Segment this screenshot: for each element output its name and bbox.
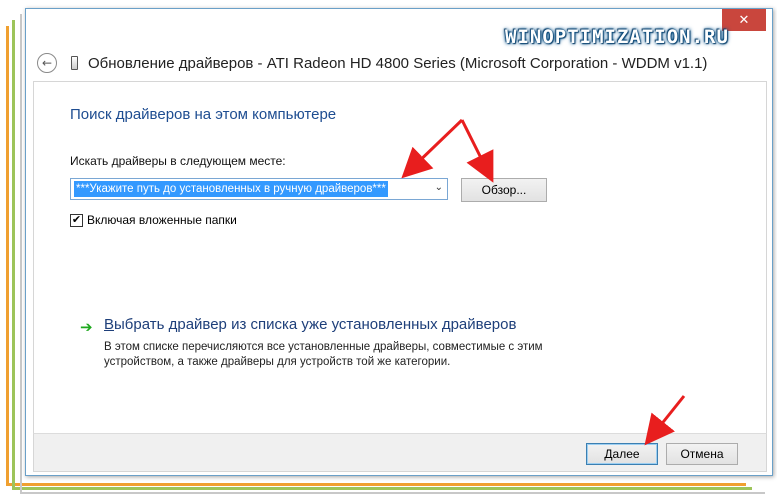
include-subfolders-label: Включая вложенные папки xyxy=(87,213,237,227)
browse-button[interactable]: Обзор... xyxy=(461,178,547,202)
driver-path-value[interactable]: ***Укажите путь до установленных в ручну… xyxy=(74,181,388,197)
back-arrow-icon: ← xyxy=(41,56,53,70)
page-title: Поиск драйверов на этом компьютере xyxy=(70,106,337,123)
device-icon xyxy=(71,56,78,70)
next-button[interactable]: Далее xyxy=(586,443,658,465)
checkmark-icon: ✔ xyxy=(71,213,82,226)
driver-update-window: ✕ ← Обновление драйверов - ATI Radeon HD… xyxy=(25,8,773,476)
include-subfolders-checkbox[interactable]: ✔ xyxy=(70,213,83,227)
green-arrow-icon: ➔ xyxy=(80,318,93,336)
choose-from-list-option[interactable]: ➔ Выбрать драйвер из списка уже установл… xyxy=(80,314,680,374)
chevron-down-icon[interactable]: ⌄ xyxy=(435,182,443,193)
cancel-button[interactable]: Отмена xyxy=(666,443,738,465)
button-bar: Далее Отмена xyxy=(33,433,767,472)
window-title: Обновление драйверов - ATI Radeon HD 480… xyxy=(88,55,708,72)
choose-from-list-description: В этом списке перечисляются все установл… xyxy=(104,341,543,368)
watermark-logo: WINOPTIMIZATION.RU xyxy=(505,26,729,48)
choose-from-list-link[interactable]: Выбрать драйвер из списка уже установлен… xyxy=(104,316,516,333)
close-icon: ✕ xyxy=(738,12,750,28)
back-button[interactable]: ← xyxy=(37,53,57,73)
include-subfolders-option[interactable]: ✔ Включая вложенные папки xyxy=(70,212,237,228)
search-location-label: Искать драйверы в следующем месте: xyxy=(70,154,286,168)
driver-path-combobox[interactable]: ***Укажите путь до установленных в ручну… xyxy=(70,178,448,200)
content-panel: Поиск драйверов на этом компьютере Искат… xyxy=(33,81,767,433)
window-header: ← Обновление драйверов - ATI Radeon HD 4… xyxy=(26,47,772,81)
